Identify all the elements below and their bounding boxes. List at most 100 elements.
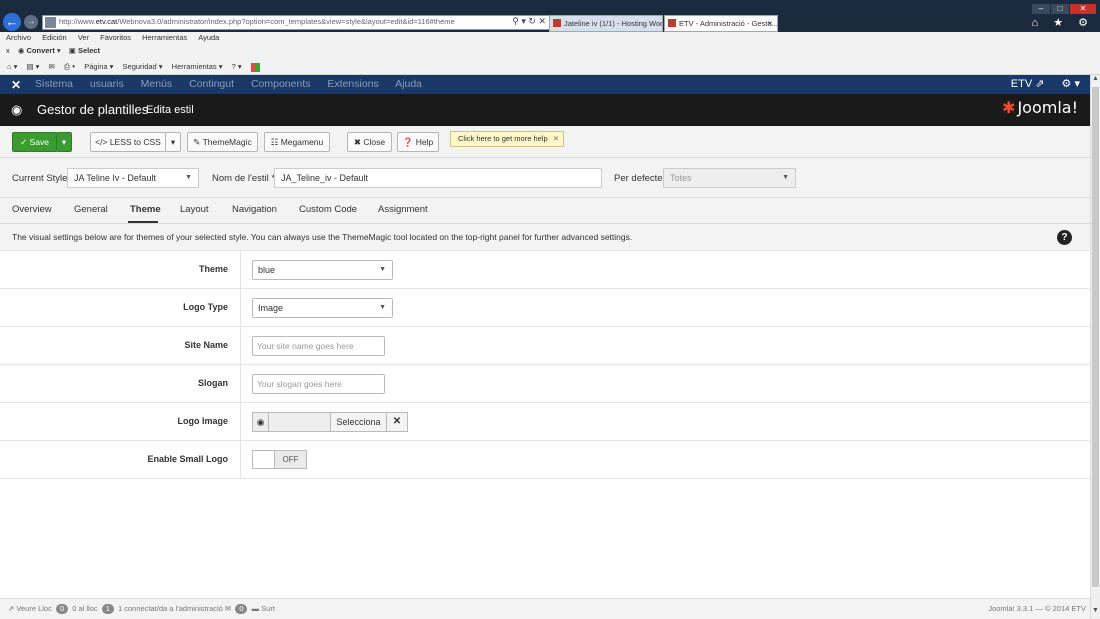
less-dropdown-button[interactable]: ▾	[165, 132, 181, 152]
tab-overview[interactable]: Overview	[12, 204, 52, 215]
feeds-icon[interactable]: ▤ ▾	[26, 58, 39, 75]
home-favorites-settings-icon[interactable]: ⌂ ★ ⚙	[1032, 16, 1094, 29]
close-window-icon[interactable]: ✕	[1070, 4, 1096, 14]
select-image-button[interactable]: Selecciona	[330, 412, 387, 432]
menu-herramientas[interactable]: Herramientas	[142, 32, 187, 44]
admins-label: 1 connectat/da a l'administració	[118, 604, 223, 613]
save-dropdown-button[interactable]: ▾	[56, 132, 72, 152]
less-to-css-button[interactable]: </> LESS to CSS	[90, 132, 166, 152]
tab-navigation[interactable]: Navigation	[232, 204, 277, 215]
action-toolbar: ✓ Save ▾ </> LESS to CSS ▾ ✎ ThemeMagic …	[0, 126, 1090, 158]
help-button[interactable]: ❓ Help	[397, 132, 439, 152]
home-cmd-icon[interactable]: ⌂ ▾	[7, 58, 17, 75]
close-button[interactable]: ✖ Close	[347, 132, 392, 152]
menu-archivo[interactable]: Archivo	[6, 32, 31, 44]
small-logo-toggle[interactable]: OFF	[252, 450, 307, 469]
form-row-logo-type: Logo Type Image ▼	[0, 289, 1090, 327]
nav-menus[interactable]: Menús	[141, 78, 173, 90]
nav-components[interactable]: Components	[251, 78, 311, 90]
url-path: /Webnova3.0/administrator/index.php?opti…	[117, 17, 455, 26]
address-actions-icon[interactable]: ⚲ ▾ ↻ ✕	[512, 16, 546, 27]
page-scrollbar[interactable]: ▲ ▼	[1090, 75, 1100, 619]
tab-label: Jateline iv (1/1) - Hosting Wor...	[564, 19, 663, 28]
megamenu-button[interactable]: ☷ Megamenu	[264, 132, 330, 152]
default-value: Totes	[670, 173, 692, 183]
dismiss-icon[interactable]: ✕	[553, 132, 559, 146]
back-icon[interactable]: ←	[3, 13, 21, 31]
scroll-thumb[interactable]	[1092, 87, 1099, 587]
scroll-up-icon[interactable]: ▲	[1091, 75, 1100, 85]
site-name-label: Site Name	[184, 340, 228, 350]
print-icon[interactable]: ⎙ ▾	[64, 58, 75, 75]
caret-down-icon: ▼	[782, 174, 789, 181]
tab-custom-code[interactable]: Custom Code	[299, 204, 357, 215]
menu-edicion[interactable]: Edición	[42, 32, 67, 44]
theme-select[interactable]: blue ▼	[252, 260, 393, 280]
tools-menu[interactable]: Herramientas ▾	[172, 58, 223, 75]
thememagic-button[interactable]: ✎ ThemeMagic	[187, 132, 258, 152]
view-site-link[interactable]: Veure Lloc	[16, 604, 51, 613]
theme-form: Theme blue ▼ Logo Type Image ▼ Site Name…	[0, 251, 1090, 598]
security-menu[interactable]: Seguridad ▾	[123, 58, 163, 75]
envelope-icon: ✉	[224, 604, 232, 613]
question-icon[interactable]: ?	[1057, 230, 1072, 245]
scroll-down-icon[interactable]: ▼	[1091, 607, 1100, 617]
tab-close-icon[interactable]: ✕	[767, 16, 773, 31]
browser-tab-hosting[interactable]: Jateline iv (1/1) - Hosting Wor...	[549, 15, 663, 32]
addon-grid-icon[interactable]	[250, 62, 260, 72]
style-name-input[interactable]: JA_Teline_iv - Default	[274, 168, 602, 188]
site-name-input[interactable]: Your site name goes here	[252, 336, 385, 356]
joomla-logo-icon[interactable]: ✕	[11, 78, 21, 92]
page-menu[interactable]: Página ▾	[84, 58, 113, 75]
tab-assignment[interactable]: Assignment	[378, 204, 428, 215]
eye-icon: ◉	[11, 102, 23, 117]
magic-wand-icon: ✎	[193, 137, 203, 147]
external-link-icon: ⇗	[8, 604, 15, 613]
select-button[interactable]: ▣ Select	[69, 44, 100, 58]
user-menu[interactable]: ETV ⇗ ⚙ ▾	[1011, 75, 1080, 94]
logo-type-select[interactable]: Image ▼	[252, 298, 393, 318]
convert-label: Convert	[26, 46, 55, 55]
settings-tabs: Overview General Theme Layout Navigation…	[0, 198, 1090, 224]
logo-image-label: Logo Image	[177, 416, 228, 426]
preview-eye-icon[interactable]: ◉	[252, 412, 269, 432]
tab-layout[interactable]: Layout	[180, 204, 209, 215]
nav-usuaris[interactable]: usuaris	[90, 78, 124, 90]
page-header: ◉ Gestor de plantilles Edita estil ✱ Joom…	[0, 94, 1090, 126]
slogan-input[interactable]: Your slogan goes here	[252, 374, 385, 394]
nav-extensions[interactable]: Extensions	[327, 78, 378, 90]
address-bar[interactable]: http://www.etv.cat/Webnova3.0/administra…	[42, 15, 550, 30]
current-style-select[interactable]: JA Teline Iv - Default ▼	[67, 168, 199, 188]
help-circle-icon[interactable]: ? ▾	[232, 58, 242, 75]
mail-icon[interactable]: ✉	[49, 58, 55, 75]
gear-icon[interactable]: ⚙ ▾	[1062, 78, 1080, 90]
menu-ver[interactable]: Ver	[78, 32, 89, 44]
maximize-icon[interactable]: □	[1051, 4, 1069, 14]
tab-theme[interactable]: Theme	[130, 204, 161, 215]
code-icon: </>	[95, 137, 110, 147]
external-link-icon: ⇗	[1035, 78, 1045, 90]
convert-button[interactable]: ◉ Convert ▾	[18, 44, 61, 58]
minimize-icon[interactable]: –	[1032, 4, 1050, 14]
address-url[interactable]: http://www.etv.cat/Webnova3.0/administra…	[59, 17, 455, 26]
page-title: Gestor de plantilles	[37, 102, 149, 117]
default-select[interactable]: Totes ▼	[663, 168, 796, 188]
menu-ayuda[interactable]: Ayuda	[198, 32, 219, 44]
clear-image-icon[interactable]: ✕	[386, 412, 408, 432]
nav-contingut[interactable]: Contingut	[189, 78, 234, 90]
convert-toolbar: x ◉ Convert ▾ ▣ Select	[0, 44, 1100, 58]
thememagic-label: ThemeMagic	[202, 137, 252, 147]
nav-ajuda[interactable]: Ajuda	[395, 78, 422, 90]
browser-tab-etv[interactable]: ETV - Administració - Gesto... ✕	[664, 15, 778, 32]
logo-type-label: Logo Type	[183, 302, 228, 312]
menu-favoritos[interactable]: Favoritos	[100, 32, 131, 44]
toggle-state: OFF	[275, 451, 306, 468]
convert-close-icon[interactable]: x	[6, 44, 10, 58]
save-button[interactable]: ✓ Save	[12, 132, 57, 152]
nav-sistema[interactable]: Sistema	[35, 78, 73, 90]
logout-link[interactable]: Surt	[261, 604, 275, 613]
browser-command-bar: ⌂ ▾ ▤ ▾ ✉ ⎙ ▾ Página ▾ Seguridad ▾ Herra…	[0, 58, 1100, 75]
forward-icon[interactable]: →	[24, 15, 38, 29]
tab-general[interactable]: General	[74, 204, 108, 215]
form-row-logo-image: Logo Image ◉ Selecciona ✕	[0, 403, 1090, 441]
